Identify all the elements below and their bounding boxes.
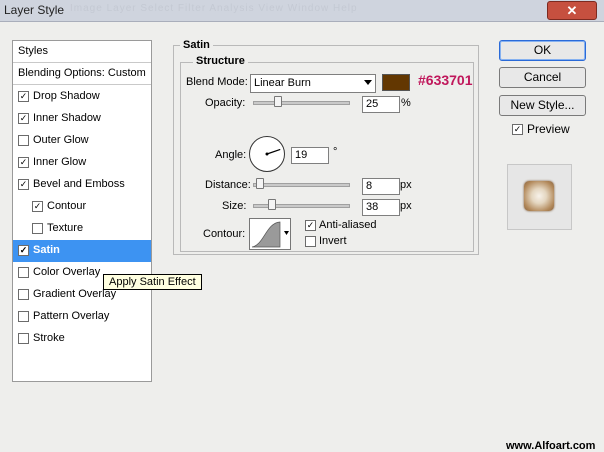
color-overlay-checkbox[interactable] bbox=[18, 267, 29, 278]
style-preview bbox=[507, 164, 572, 230]
preview-label: Preview bbox=[527, 122, 570, 136]
size-unit: px bbox=[400, 200, 412, 212]
title-bar: Layer Style Image Layer Select Filter An… bbox=[0, 0, 604, 22]
close-button[interactable]: ✕ bbox=[547, 1, 597, 20]
structure-group-title: Structure bbox=[193, 55, 248, 67]
blend-mode-select[interactable]: Linear Burn bbox=[250, 74, 376, 93]
style-item-inner-shadow[interactable]: ✓ Inner Shadow bbox=[13, 108, 151, 130]
opacity-slider-thumb[interactable] bbox=[273, 96, 282, 107]
bevel-emboss-label: Bevel and Emboss bbox=[33, 178, 125, 190]
opacity-input[interactable]: 25 bbox=[362, 96, 400, 113]
invert-checkbox[interactable] bbox=[305, 236, 316, 247]
style-item-satin[interactable]: ✓ Satin bbox=[13, 240, 151, 262]
opacity-label: Opacity: bbox=[205, 97, 246, 109]
size-label: Size: bbox=[222, 200, 247, 212]
satin-label: Satin bbox=[33, 244, 60, 256]
opacity-value: 25 bbox=[366, 98, 379, 110]
distance-input[interactable]: 8 bbox=[362, 178, 400, 195]
outer-glow-checkbox[interactable] bbox=[18, 135, 29, 146]
drop-shadow-checkbox[interactable]: ✓ bbox=[18, 91, 29, 102]
distance-slider[interactable] bbox=[253, 183, 350, 187]
inner-shadow-label: Inner Shadow bbox=[33, 112, 101, 124]
style-item-stroke[interactable]: Stroke bbox=[13, 328, 151, 350]
preview-swatch bbox=[524, 181, 554, 211]
styles-list: Styles Blending Options: Custom ✓ Drop Sh… bbox=[12, 40, 152, 382]
window-title: Layer Style bbox=[4, 3, 65, 17]
size-input[interactable]: 38 bbox=[362, 199, 400, 216]
style-item-outer-glow[interactable]: Outer Glow bbox=[13, 130, 151, 152]
opacity-slider[interactable] bbox=[253, 101, 350, 105]
ok-button[interactable]: OK bbox=[499, 40, 586, 61]
gradient-overlay-checkbox[interactable] bbox=[18, 289, 29, 300]
contour-label: Contour bbox=[47, 200, 87, 212]
cancel-button[interactable]: Cancel bbox=[499, 67, 586, 88]
drop-shadow-label: Drop Shadow bbox=[33, 90, 100, 102]
stroke-checkbox[interactable] bbox=[18, 333, 29, 344]
tooltip: Apply Satin Effect bbox=[103, 274, 202, 290]
anti-aliased-checkbox[interactable]: ✓ bbox=[305, 220, 316, 231]
size-value: 38 bbox=[366, 201, 379, 213]
inner-glow-checkbox[interactable]: ✓ bbox=[18, 157, 29, 168]
background-menu-text: Image Layer Select Filter Analysis View … bbox=[70, 3, 358, 14]
angle-unit: ° bbox=[333, 146, 338, 158]
contour-checkbox[interactable]: ✓ bbox=[32, 201, 43, 212]
inner-glow-label: Inner Glow bbox=[33, 156, 87, 168]
invert-label: Invert bbox=[319, 235, 347, 247]
blending-options-label: Blending Options: Custom bbox=[18, 67, 146, 79]
pattern-overlay-label: Pattern Overlay bbox=[33, 310, 110, 322]
contour-curve-icon bbox=[251, 221, 289, 248]
angle-dial-needle bbox=[265, 148, 281, 156]
style-item-inner-glow[interactable]: ✓ Inner Glow bbox=[13, 152, 151, 174]
angle-dial[interactable] bbox=[249, 136, 285, 172]
dialog-body: Styles Blending Options: Custom ✓ Drop Sh… bbox=[0, 22, 604, 452]
contour-picker[interactable] bbox=[249, 218, 291, 250]
inner-shadow-checkbox[interactable]: ✓ bbox=[18, 113, 29, 124]
new-style-button[interactable]: New Style... bbox=[499, 95, 586, 116]
preview-checkbox[interactable]: ✓ bbox=[512, 124, 523, 135]
blend-mode-label: Blend Mode: bbox=[186, 76, 248, 88]
chevron-down-icon bbox=[364, 80, 372, 85]
distance-label: Distance: bbox=[205, 179, 251, 191]
bevel-emboss-checkbox[interactable]: ✓ bbox=[18, 179, 29, 190]
styles-header-label: Styles bbox=[18, 45, 48, 57]
style-item-pattern-overlay[interactable]: Pattern Overlay bbox=[13, 306, 151, 328]
close-icon[interactable]: ✕ bbox=[567, 3, 578, 18]
styles-header[interactable]: Styles bbox=[13, 41, 151, 63]
distance-value: 8 bbox=[366, 180, 373, 192]
opacity-unit: % bbox=[401, 97, 411, 109]
style-item-texture[interactable]: Texture bbox=[13, 218, 151, 240]
style-item-bevel-emboss[interactable]: ✓ Bevel and Emboss bbox=[13, 174, 151, 196]
color-overlay-label: Color Overlay bbox=[33, 266, 101, 278]
outer-glow-label: Outer Glow bbox=[33, 134, 89, 146]
watermark: www.Alfoart.com bbox=[506, 440, 596, 452]
angle-value: 19 bbox=[295, 149, 308, 161]
blend-mode-value: Linear Burn bbox=[254, 77, 311, 89]
pattern-overlay-checkbox[interactable] bbox=[18, 311, 29, 322]
color-hex-annotation: #633701 bbox=[418, 72, 473, 88]
texture-label: Texture bbox=[47, 222, 84, 234]
style-item-contour[interactable]: ✓ Contour bbox=[13, 196, 151, 218]
angle-label: Angle: bbox=[215, 149, 247, 161]
stroke-label: Stroke bbox=[33, 332, 65, 344]
satin-color-swatch[interactable] bbox=[382, 74, 410, 91]
size-slider-thumb[interactable] bbox=[268, 199, 276, 210]
texture-checkbox[interactable] bbox=[32, 223, 43, 234]
distance-unit: px bbox=[400, 179, 412, 191]
angle-input[interactable]: 19 bbox=[291, 147, 329, 164]
satin-group-title: Satin bbox=[180, 39, 213, 51]
contour-field-label: Contour: bbox=[203, 228, 246, 240]
blending-options-item[interactable]: Blending Options: Custom bbox=[13, 63, 151, 85]
satin-checkbox[interactable]: ✓ bbox=[18, 245, 29, 256]
anti-aliased-label: Anti-aliased bbox=[319, 219, 377, 231]
distance-slider-thumb[interactable] bbox=[256, 178, 264, 189]
style-item-drop-shadow[interactable]: ✓ Drop Shadow bbox=[13, 86, 151, 108]
